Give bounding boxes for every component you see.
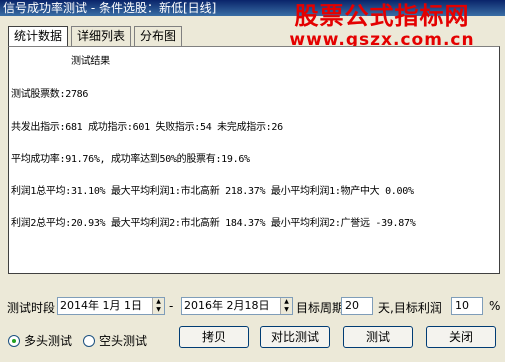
tab-bar: 统计数据 详细列表 分布图 (8, 26, 183, 47)
spin-up-icon[interactable]: ▲ (281, 298, 292, 306)
short-test-radio[interactable]: 空头测试 (83, 332, 147, 349)
test-button[interactable]: 测试 (343, 326, 413, 348)
tab-detail-list[interactable]: 详细列表 (71, 26, 132, 46)
window-title: 信号成功率测试 - 条件选股：新低[日线] (3, 1, 217, 15)
radio-unselected-icon[interactable] (83, 334, 95, 347)
copy-button[interactable]: 拷贝 (179, 326, 249, 348)
spin-down-icon[interactable]: ▼ (281, 306, 292, 314)
start-date-spinner[interactable]: ▲ ▼ (152, 298, 164, 314)
results-success-rate: 平均成功率:91.76%, 成功率达到50%的股票有:19.6% (11, 154, 250, 165)
end-date-spinner[interactable]: ▲ ▼ (280, 298, 292, 314)
spin-down-icon[interactable]: ▼ (153, 306, 164, 314)
close-button[interactable]: 关闭 (426, 326, 496, 348)
tab-distribution[interactable]: 分布图 (134, 26, 183, 46)
radio-selected-icon[interactable] (8, 334, 20, 347)
results-heading: 测试结果 (71, 56, 110, 67)
watermark: 股票公式指标网 www.gszx.com.cn (267, 2, 497, 50)
compare-test-button[interactable]: 对比测试 (260, 326, 330, 348)
end-date-picker[interactable]: 2016年 2月18日 ▲ ▼ (181, 297, 293, 315)
long-test-radio[interactable]: 多头测试 (8, 332, 72, 349)
target-profit-input[interactable]: 10 (451, 297, 483, 315)
results-total-stocks: 测试股票数:2786 (11, 89, 89, 100)
target-profit-label: 天,目标利润 (378, 301, 442, 315)
start-date-picker[interactable]: 2014年 1月 1日 ▲ ▼ (57, 297, 165, 315)
target-period-label: 目标周期 (296, 301, 345, 315)
results-profit1: 利润1总平均:31.10% 最大平均利润1:市北高新 218.37% 最小平均利… (11, 186, 414, 197)
results-signals: 共发出指示:681 成功指示:601 失败指示:54 未完成指示:26 (11, 122, 283, 133)
percent-sign: % (489, 299, 501, 313)
start-date-value: 2014年 1月 1日 (60, 299, 142, 312)
short-test-label: 空头测试 (99, 334, 148, 348)
long-test-label: 多头测试 (24, 334, 73, 348)
spin-up-icon[interactable]: ▲ (153, 298, 164, 306)
period-label: 测试时段 (7, 301, 56, 315)
target-period-input[interactable]: 20 (341, 297, 373, 315)
watermark-line1: 股票公式指标网 (294, 2, 470, 30)
date-separator: - (169, 299, 174, 313)
results-panel: 测试结果 测试股票数:2786 共发出指示:681 成功指示:601 失败指示:… (8, 46, 500, 274)
tab-statistics[interactable]: 统计数据 (8, 26, 69, 47)
results-profit2: 利润2总平均:20.93% 最大平均利润2:市北高新 184.37% 最小平均利… (11, 218, 416, 229)
end-date-value: 2016年 2月18日 (184, 299, 270, 312)
